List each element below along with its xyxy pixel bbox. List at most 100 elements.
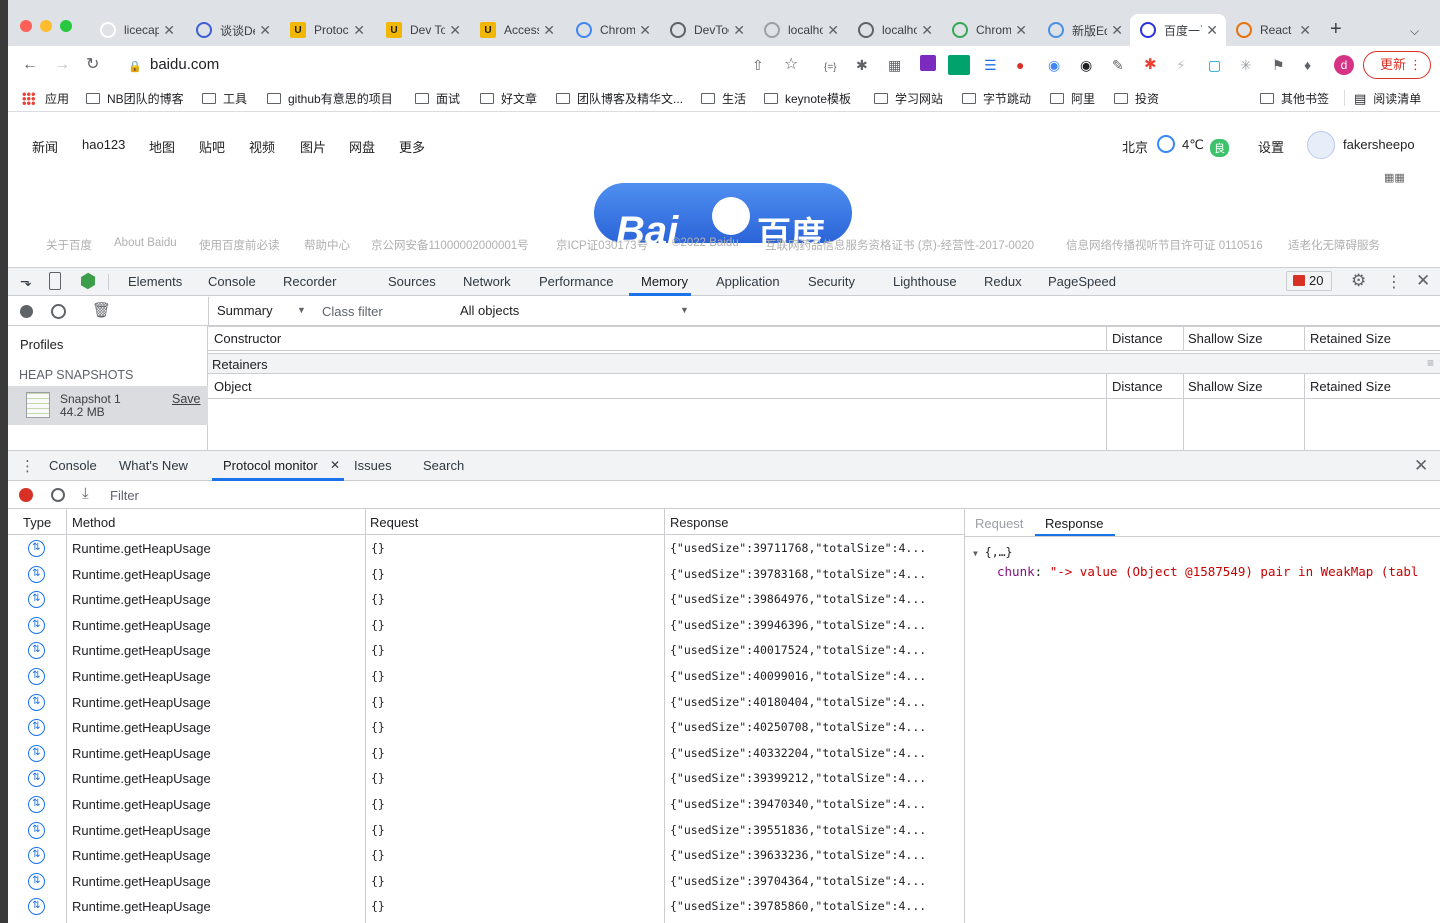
close-tab-icon[interactable]: ✕ <box>921 22 933 39</box>
baidu-nav-link[interactable]: 贴吧 <box>199 137 225 156</box>
devtools-tab-sources[interactable]: Sources <box>388 274 436 289</box>
browser-tab[interactable]: Chrome✕ <box>566 14 659 46</box>
json-extension-icon[interactable]: {=} <box>824 57 837 79</box>
bookmark-folder[interactable]: 生活 <box>701 90 746 107</box>
bookmark-folder[interactable]: keynote模板 <box>764 90 851 107</box>
layers-extension-icon[interactable]: ☰ <box>984 54 997 76</box>
close-tab-icon[interactable]: ✕ <box>639 22 651 39</box>
browser-tab[interactable]: U Accessibility✕ <box>470 14 563 46</box>
forward-arrow-icon[interactable]: → <box>54 54 70 76</box>
eyedropper-icon[interactable]: ✎ <box>1112 54 1124 76</box>
user-avatar[interactable] <box>1307 131 1335 159</box>
globe-extension-icon[interactable]: ◉ <box>1048 54 1060 76</box>
clear-icon[interactable] <box>51 488 65 502</box>
filter-input[interactable]: Filter <box>110 488 139 503</box>
bookmark-icon[interactable]: ⚑ <box>1272 54 1285 76</box>
drawer-tab[interactable]: Search <box>423 458 464 473</box>
extension-icon[interactable]: ✱ <box>856 54 868 76</box>
bookmark-folder[interactable]: 面试 <box>415 90 460 107</box>
footer-link[interactable]: 信息网络传播视听节目许可证 0110516 <box>1066 237 1263 253</box>
column-method[interactable]: Method <box>72 515 115 530</box>
penguin-extension-icon[interactable]: ● <box>1016 54 1024 76</box>
tab-search-chevron-icon[interactable]: ⌵ <box>1410 20 1419 42</box>
qrcode-extension-icon[interactable]: ▦ <box>888 54 901 76</box>
browser-tab[interactable]: licecap ✕ <box>90 14 183 46</box>
save-snapshot-link[interactable]: Save <box>172 392 201 406</box>
footer-link[interactable]: 帮助中心 <box>304 237 350 253</box>
footer-link[interactable]: ©2022 Baidu <box>672 237 739 249</box>
table-row[interactable]: ⇅ Runtime.getHeapUsage {} {"usedSize":39946… <box>8 613 964 639</box>
column-retained-size[interactable]: Retained Size <box>1310 379 1391 394</box>
devtools-tab-security[interactable]: Security <box>808 274 855 289</box>
column-request[interactable]: Request <box>370 515 418 530</box>
baidu-nav-link[interactable]: hao123 <box>82 137 125 152</box>
table-row[interactable]: ⇅ Runtime.getHeapUsage {} {"usedSize":39470… <box>8 792 964 818</box>
close-tab-icon[interactable]: ✕ <box>163 22 175 39</box>
devtools-tab-performance[interactable]: Performance <box>539 274 613 289</box>
close-tab-icon[interactable]: ✕ <box>259 22 271 39</box>
address-bar[interactable]: baidu.com <box>150 53 219 77</box>
table-row[interactable]: ⇅ Runtime.getHeapUsage {} {"usedSize":39864… <box>8 587 964 613</box>
settings-gear-icon[interactable]: ⚙ <box>1351 271 1366 291</box>
column-object[interactable]: Object <box>214 379 252 394</box>
minimize-window-button[interactable] <box>40 20 52 32</box>
close-tab-icon[interactable]: ✕ <box>1111 22 1123 39</box>
clear-profiles-icon[interactable] <box>51 304 66 319</box>
close-devtools-icon[interactable]: ✕ <box>1416 271 1430 291</box>
table-row[interactable]: ⇅ Runtime.getHeapUsage {} {"usedSize":39785… <box>8 894 964 920</box>
devtools-tab-application[interactable]: Application <box>716 274 780 289</box>
footer-link[interactable]: About Baidu <box>114 237 177 249</box>
error-count-badge[interactable]: 20 <box>1286 271 1332 291</box>
bookmark-folder[interactable]: 工具 <box>202 90 247 107</box>
reload-icon[interactable]: ↻ <box>86 54 99 76</box>
bookmark-folder[interactable]: 团队博客及精华文... <box>556 90 683 107</box>
close-tab-icon[interactable]: ✕ <box>1206 22 1218 39</box>
devtools-tab-recorder[interactable]: Recorder <box>283 274 336 289</box>
drawer-tab[interactable]: Issues <box>354 458 392 473</box>
column-shallow-size[interactable]: Shallow Size <box>1188 331 1262 346</box>
tab-response[interactable]: Response <box>1045 516 1104 531</box>
column-response[interactable]: Response <box>670 515 729 530</box>
retainers-header[interactable]: Retainers ≡ <box>208 353 1440 374</box>
column-shallow-size[interactable]: Shallow Size <box>1188 379 1262 394</box>
lightning-extension-icon[interactable]: ⚡ <box>1176 54 1186 76</box>
baidu-logo[interactable]: Bai 百度 <box>594 183 852 243</box>
baidu-nav-link[interactable]: 视频 <box>249 137 275 156</box>
bookmark-folder[interactable]: 阿里 <box>1050 90 1095 107</box>
reading-list[interactable]: ▤ 阅读清单 <box>1354 90 1421 107</box>
footer-link[interactable]: 互联网药品信息服务资格证书 (京)-经营性-2017-0020 <box>765 237 1034 253</box>
table-row[interactable]: ⇅ Runtime.getHeapUsage {} {"usedSize":40017… <box>8 638 964 664</box>
browser-tab[interactable]: localhost✕ <box>848 14 941 46</box>
close-tab-icon[interactable]: ✕ <box>827 22 839 39</box>
column-distance[interactable]: Distance <box>1112 331 1163 346</box>
bookmark-folder[interactable]: 投资 <box>1114 90 1159 107</box>
column-distance[interactable]: Distance <box>1112 379 1163 394</box>
update-button[interactable]: 更新 ⋮ <box>1363 51 1431 79</box>
bookmark-folder[interactable]: 学习网站 <box>874 90 943 107</box>
close-tab-icon[interactable]: ✕ <box>353 22 365 39</box>
baidu-nav-link[interactable]: 更多 <box>399 137 425 156</box>
trash-icon[interactable]: 🗑 <box>92 301 111 319</box>
footer-link[interactable]: 京公网安备11000002000001号 <box>371 237 529 253</box>
record-icon[interactable] <box>19 488 33 502</box>
devtools-tab-console[interactable]: Console <box>208 274 256 289</box>
expand-triangle-icon[interactable]: ▼ <box>973 549 978 558</box>
table-row[interactable]: ⇅ Runtime.getHeapUsage {} {"usedSize":39704… <box>8 869 964 895</box>
bookmark-folder[interactable]: 好文章 <box>480 90 537 107</box>
tab-request[interactable]: Request <box>975 516 1023 531</box>
profile-avatar[interactable]: d <box>1334 55 1354 75</box>
new-tab-button[interactable]: + <box>1330 18 1342 40</box>
rp-extension-icon[interactable] <box>920 55 936 71</box>
devtools-tab-redux[interactable]: Redux <box>984 274 1022 289</box>
share-icon[interactable]: ⇧ <box>752 54 764 76</box>
footer-link[interactable]: 适老化无障碍服务 <box>1288 237 1380 253</box>
drawer-tab[interactable]: Protocol monitor <box>223 458 318 473</box>
sparkle-extension-icon[interactable]: ✳ <box>1240 54 1252 76</box>
devtools-tab-network[interactable]: Network <box>463 274 511 289</box>
close-tab-icon[interactable]: ✕ <box>733 22 745 39</box>
close-tab-icon[interactable]: ✕ <box>543 22 555 39</box>
column-constructor[interactable]: Constructor <box>214 331 281 346</box>
table-row[interactable]: ⇅ Runtime.getHeapUsage {} {"usedSize":40180… <box>8 690 964 716</box>
table-row[interactable]: ⇅ Runtime.getHeapUsage {} {"usedSize":39711… <box>8 536 964 562</box>
browser-tab[interactable]: localhost✕ <box>754 14 847 46</box>
